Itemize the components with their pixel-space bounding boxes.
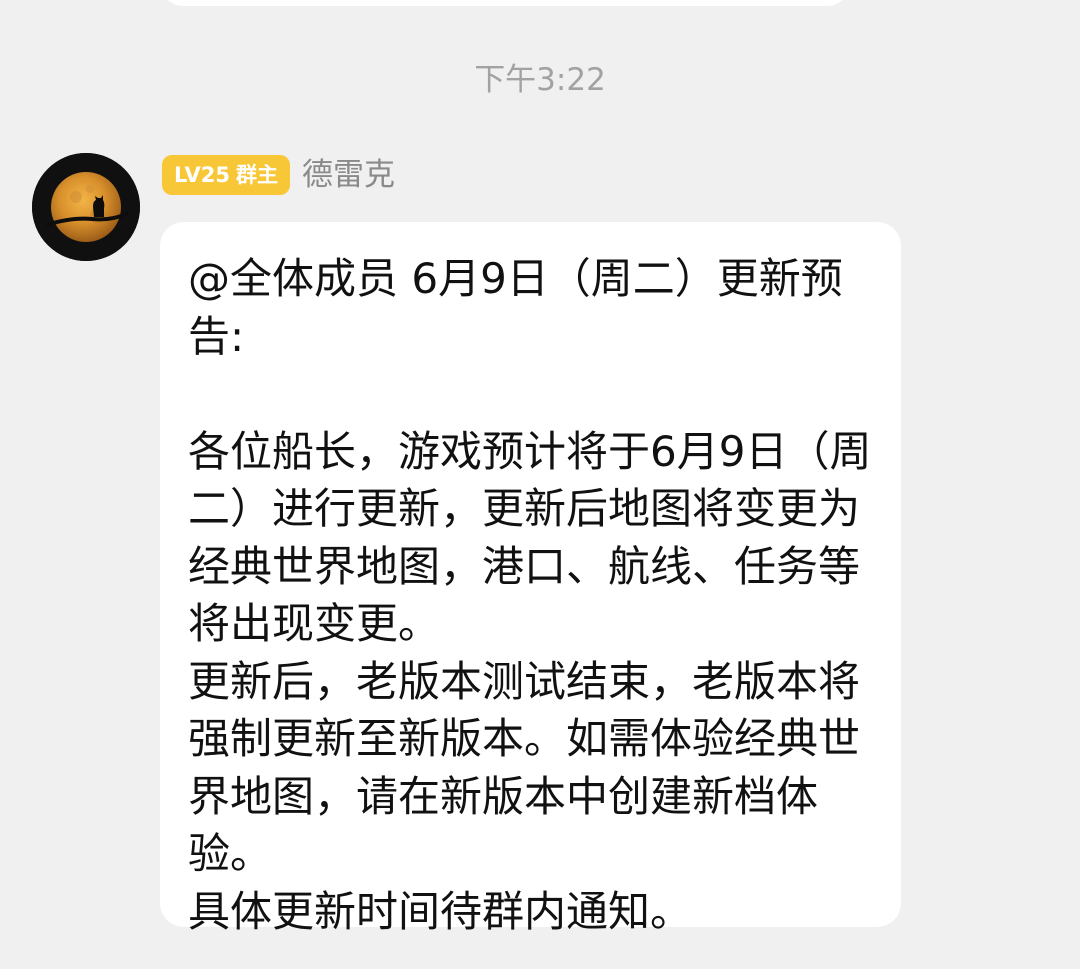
sender-avatar[interactable] [32,153,140,261]
message-text: @全体成员 6月9日（周二）更新预告: 各位船长，游戏预计将于6月9日（周二）进… [188,254,872,936]
level-badge: LV25 群主 [162,155,290,195]
message-bubble[interactable]: @全体成员 6月9日（周二）更新预告: 各位船长，游戏预计将于6月9日（周二）进… [160,222,901,936]
sender-info: LV25 群主 德雷克 [162,155,395,195]
role-label: 群主 [235,163,278,187]
moon-cat-avatar-icon [32,153,140,261]
previous-message-bubble[interactable] [160,0,850,6]
sender-name[interactable]: 德雷克 [302,155,395,195]
message-timestamp: 下午3:22 [474,62,606,98]
level-label: LV25 [174,163,230,187]
